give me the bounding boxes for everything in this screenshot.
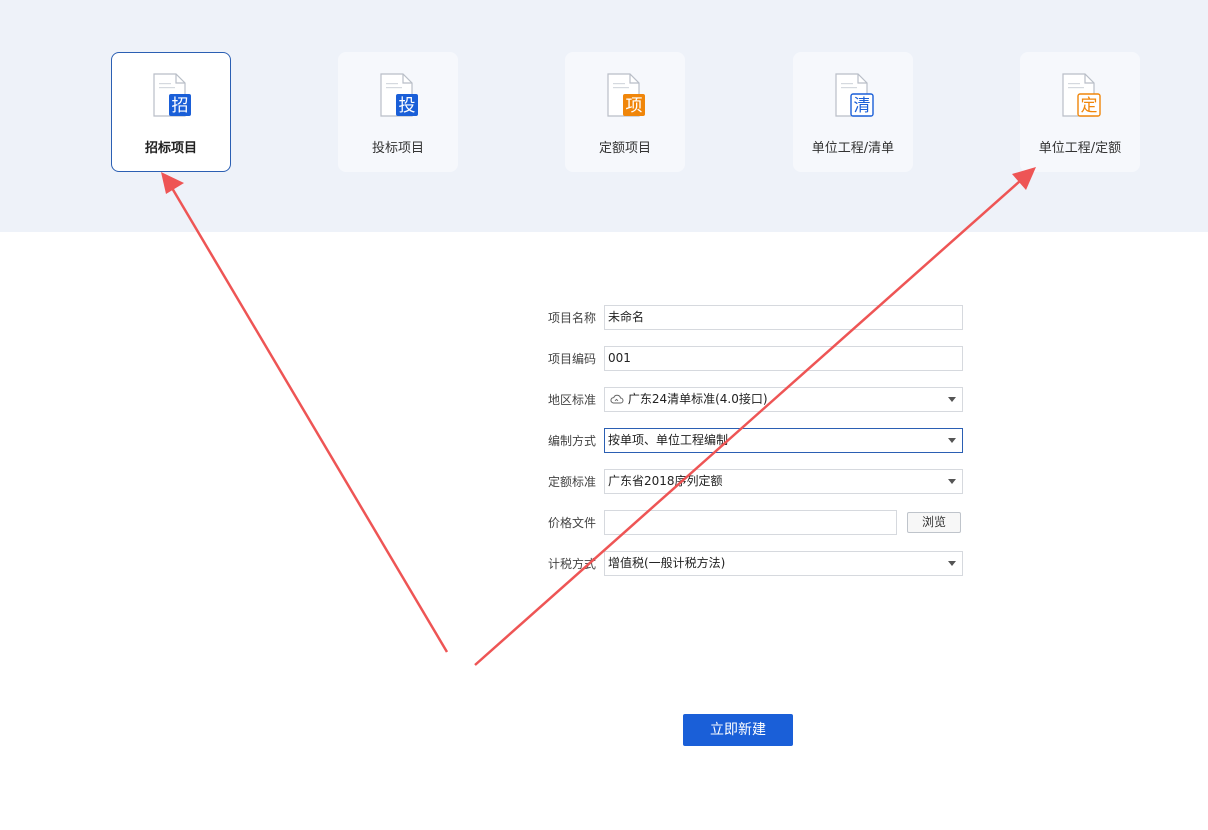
quota-standard-value: 广东省2018序列定额 xyxy=(608,474,723,488)
type-card-tender[interactable]: 招 招标项目 xyxy=(111,52,231,172)
type-card-label: 投标项目 xyxy=(371,141,424,156)
compile-method-select[interactable]: 按单项、单位工程编制 xyxy=(604,428,963,453)
chevron-down-icon xyxy=(948,397,956,402)
type-card-quota[interactable]: 项 定额项目 xyxy=(565,52,685,172)
region-standard-label: 地区标准 xyxy=(547,393,596,407)
quota-standard-label: 定额标准 xyxy=(547,475,596,489)
price-file-label: 价格文件 xyxy=(547,516,596,530)
quota-standard-select[interactable]: 广东省2018序列定额 xyxy=(604,469,963,494)
type-glyph: 项 xyxy=(626,96,643,116)
type-card-label: 单位工程/清单 xyxy=(811,141,895,156)
chevron-down-icon xyxy=(948,438,956,443)
compile-method-label: 编制方式 xyxy=(547,434,596,448)
browse-button[interactable]: 浏览 xyxy=(907,512,961,533)
tax-method-label: 计税方式 xyxy=(547,557,596,571)
tax-method-value: 增值税(一般计税方法) xyxy=(608,556,726,570)
price-file-input[interactable] xyxy=(604,510,897,535)
project-code-value: 001 xyxy=(608,351,631,365)
tax-method-select[interactable]: 增值税(一般计税方法) xyxy=(604,551,963,576)
project-name-input[interactable]: 未命名 xyxy=(604,305,963,330)
annotation-arrow-line xyxy=(170,187,449,653)
create-now-button[interactable]: 立即新建 xyxy=(683,714,793,746)
type-glyph: 招 xyxy=(172,96,189,116)
type-card-unit-quota[interactable]: 定 单位工程/定额 xyxy=(1020,52,1140,172)
compile-method-value: 按单项、单位工程编制 xyxy=(608,433,729,447)
type-card-label: 单位工程/定额 xyxy=(1038,141,1122,156)
type-glyph: 投 xyxy=(399,96,416,116)
type-card-label: 定额项目 xyxy=(598,141,651,156)
document-icon: 清 xyxy=(835,73,874,117)
project-code-label: 项目编码 xyxy=(547,352,596,366)
type-glyph: 定 xyxy=(1081,96,1098,116)
chevron-down-icon xyxy=(948,479,956,484)
project-code-input[interactable]: 001 xyxy=(604,346,963,371)
project-name-value: 未命名 xyxy=(608,310,645,324)
cloud-icon xyxy=(610,394,624,404)
document-icon: 定 xyxy=(1062,73,1101,117)
type-card-unit-bill[interactable]: 清 单位工程/清单 xyxy=(793,52,913,172)
document-icon: 招 xyxy=(153,73,191,117)
region-standard-select[interactable]: 广东24清单标准(4.0接口) xyxy=(604,387,963,412)
type-card-label: 招标项目 xyxy=(144,141,197,156)
type-glyph: 清 xyxy=(854,96,871,116)
region-standard-value: 广东24清单标准(4.0接口) xyxy=(627,392,768,406)
type-card-bid[interactable]: 投 投标项目 xyxy=(338,52,458,172)
chevron-down-icon xyxy=(948,561,956,566)
document-icon: 项 xyxy=(607,73,645,117)
document-icon: 投 xyxy=(380,73,418,117)
project-name-label: 项目名称 xyxy=(547,311,596,325)
annotation-arrow-line xyxy=(474,180,1021,666)
